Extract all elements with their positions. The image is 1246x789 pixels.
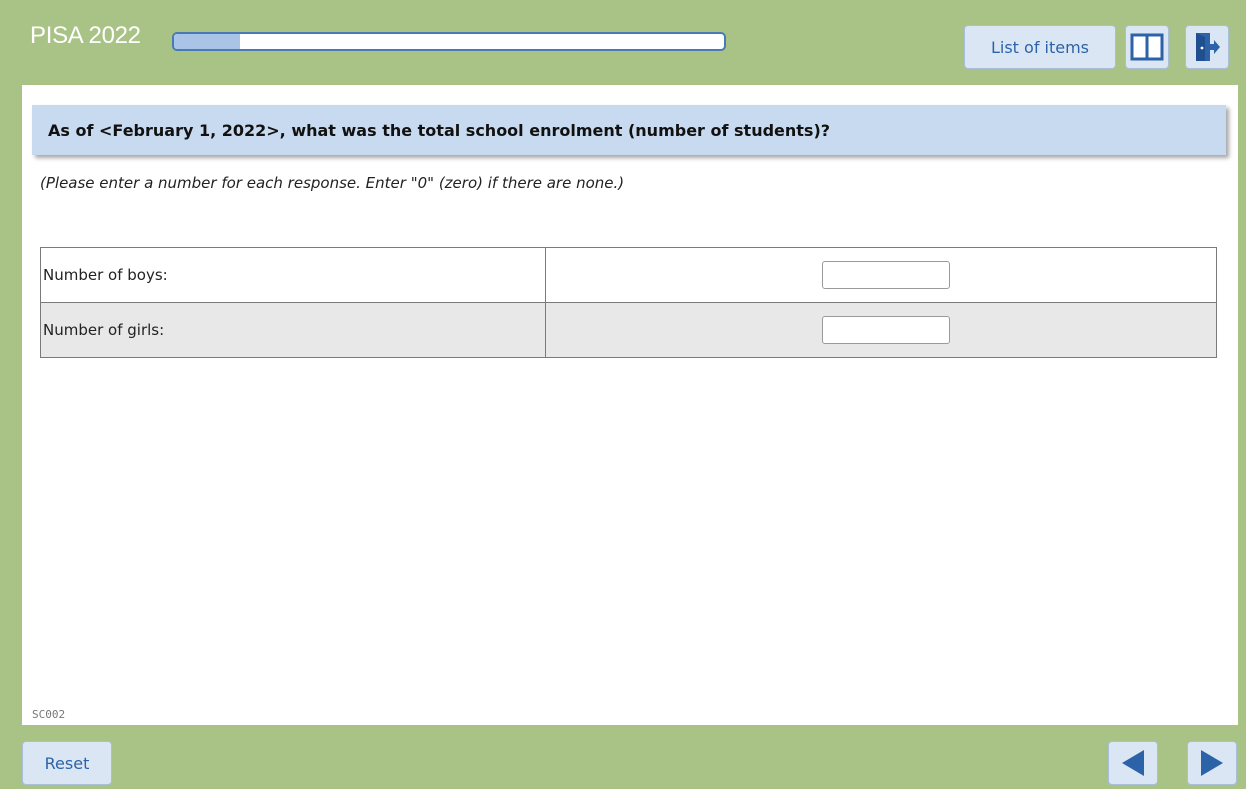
- row-field-girls: [545, 302, 1217, 358]
- progress-fill: [174, 34, 240, 49]
- previous-button[interactable]: [1108, 741, 1158, 785]
- content-panel: As of <February 1, 2022>, what was the t…: [22, 85, 1238, 725]
- question-text: As of <February 1, 2022>, what was the t…: [32, 105, 1226, 155]
- reset-button[interactable]: Reset: [22, 741, 112, 785]
- book-icon: [1130, 33, 1164, 61]
- exit-icon: [1196, 33, 1220, 61]
- item-code: SC002: [32, 708, 66, 721]
- girls-number-input[interactable]: [822, 316, 950, 344]
- progress-bar: [172, 32, 726, 51]
- app-title: PISA 2022: [30, 22, 141, 49]
- instruction-text: (Please enter a number for each response…: [40, 174, 625, 192]
- top-bar: PISA 2022 List of items: [0, 0, 1246, 85]
- row-label-boys: Number of boys:: [40, 247, 546, 303]
- book-button[interactable]: [1125, 25, 1169, 69]
- list-of-items-button[interactable]: List of items: [964, 25, 1116, 69]
- arrow-left-icon: [1122, 750, 1144, 776]
- response-table: Number of boys: Number of girls:: [40, 247, 1217, 358]
- arrow-right-icon: [1201, 750, 1223, 776]
- next-button[interactable]: [1187, 741, 1237, 785]
- boys-number-input[interactable]: [822, 261, 950, 289]
- row-label-girls: Number of girls:: [40, 302, 546, 358]
- table-row-boys: Number of boys:: [40, 247, 1217, 303]
- row-field-boys: [545, 247, 1217, 303]
- table-row-girls: Number of girls:: [40, 302, 1217, 358]
- exit-button[interactable]: [1185, 25, 1229, 69]
